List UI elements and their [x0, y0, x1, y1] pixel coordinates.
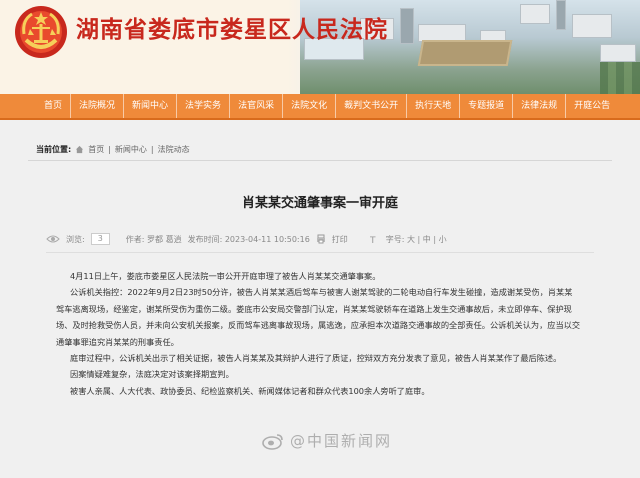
divider — [46, 252, 594, 253]
breadcrumb-item-home[interactable]: 首页 — [88, 144, 104, 155]
breadcrumb: 当前位置: 首页 | 新闻中心 | 法院动态 — [36, 144, 190, 155]
breadcrumb-label: 当前位置: — [36, 145, 72, 154]
font-size-icon: T — [370, 236, 376, 244]
weibo-icon — [262, 433, 283, 450]
main-nav: 首页 法院概况 新闻中心 法学实务 法官风采 法院文化 裁判文书公开 执行天地 … — [0, 94, 640, 120]
svg-text:T: T — [370, 236, 376, 244]
nav-item-news-center[interactable]: 新闻中心 — [124, 94, 178, 118]
nav-item-enforcement[interactable]: 执行天地 — [407, 94, 461, 118]
article-paragraph: 因案情疑难复杂，法庭决定对该案择期宣判。 — [70, 369, 234, 380]
breadcrumb-item-news[interactable]: 新闻中心 — [115, 144, 147, 155]
nav-item-court-overview[interactable]: 法院概况 — [71, 94, 125, 118]
site-title: 湖南省娄底市娄星区人民法院 — [76, 16, 388, 43]
nav-item-judges[interactable]: 法官风采 — [230, 94, 284, 118]
article-title: 肖某某交通肇事案一审开庭 — [241, 196, 398, 211]
breadcrumb-separator: | — [108, 145, 111, 154]
article-paragraph: 被害人亲属、人大代表、政协委员、纪检监察机关、新闻媒体记者和群众代表100余人旁… — [70, 385, 430, 396]
nav-item-laws[interactable]: 法律法规 — [513, 94, 567, 118]
divider — [28, 160, 612, 161]
print-icon[interactable] — [316, 234, 326, 244]
article-paragraph: 庭审过程中，公诉机关出示了相关证据，被告人肖某某及其辩护人进行了质证，控辩双方充… — [70, 353, 562, 364]
nav-item-legal-practice[interactable]: 法学实务 — [177, 94, 231, 118]
nav-item-judgments[interactable]: 裁判文书公开 — [336, 94, 408, 118]
court-emblem-icon — [15, 6, 67, 58]
home-icon — [76, 145, 84, 154]
breadcrumb-item-court-news[interactable]: 法院动态 — [158, 144, 190, 155]
font-size-options[interactable]: 字号: 大 | 中 | 小 — [386, 234, 447, 245]
view-count: 3 — [90, 233, 110, 245]
article-author: 作者: 罗都 葛逍 — [125, 234, 182, 244]
watermark: @中国新闻网 — [262, 430, 392, 451]
breadcrumb-separator: | — [150, 145, 154, 154]
article-published: 发布时间: 2023-04-11 10:50:16 — [187, 234, 310, 244]
print-link[interactable]: 打印 — [332, 234, 348, 245]
article-paragraph: 4月11日上午，娄底市娄星区人民法院一审公开开庭审理了被告人肖某某交通肇事案。 — [70, 271, 381, 281]
nav-item-special-reports[interactable]: 专题报道 — [460, 94, 514, 118]
view-count-icon — [46, 235, 60, 243]
site-header: 湖南省娄底市娄星区人民法院 — [0, 0, 640, 94]
article-body: 4月11日上午，娄底市娄星区人民法院一审公开开庭审理了被告人肖某某交通肇事案。 … — [56, 268, 580, 399]
view-count-label: 浏览: — [66, 234, 85, 244]
nav-item-home[interactable]: 首页 — [36, 94, 72, 118]
article-paragraph: 公诉机关指控：2022年9月2日23时50分许，被告人肖某某酒后驾车与被害人谢某… — [56, 287, 581, 347]
nav-item-court-culture[interactable]: 法院文化 — [283, 94, 337, 118]
article-meta: 浏览: 3 作者: 罗都 葛逍 发布时间: 2023-04-11 10:50:1… — [46, 233, 606, 245]
watermark-text: @中国新闻网 — [290, 432, 393, 450]
nav-item-hearing-notices[interactable]: 开庭公告 — [566, 94, 618, 118]
